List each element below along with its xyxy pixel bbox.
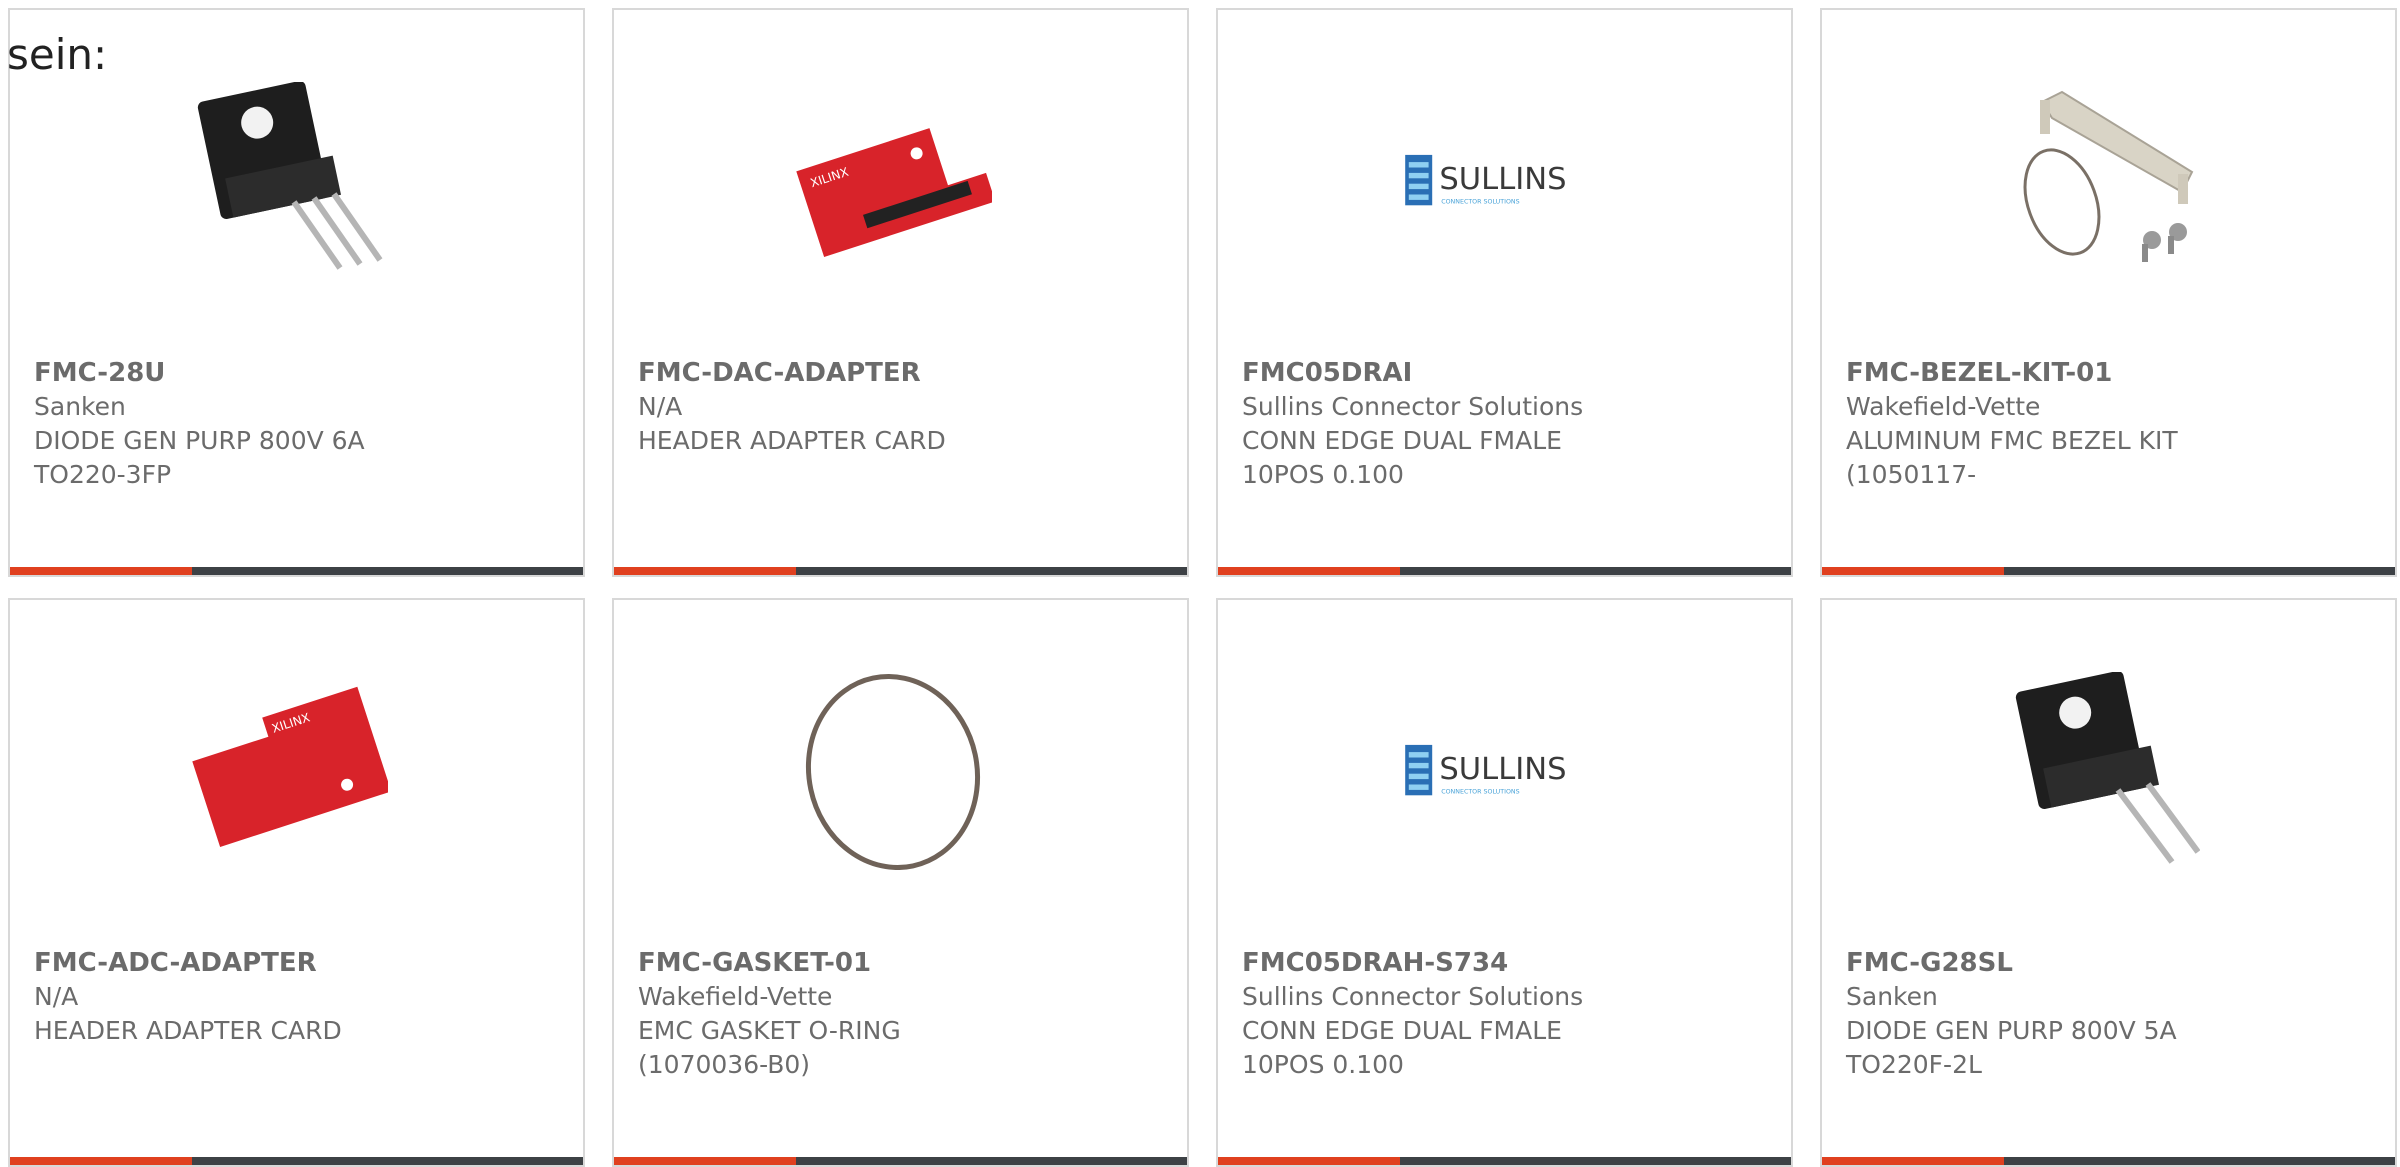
product-description: CONN EDGE DUAL FMALE 10POS 0.100 (1242, 1016, 1562, 1079)
product-info: FMC-28U Sanken DIODE GEN PURP 800V 6A TO… (34, 356, 554, 492)
intro-text: sein: (7, 30, 108, 79)
sullins-tagline-text: CONNECTOR SOLUTIONS (1441, 789, 1519, 796)
product-description: HEADER ADAPTER CARD (638, 426, 946, 455)
product-image[interactable] (794, 672, 992, 870)
product-card[interactable]: FMC-G28SL Sanken DIODE GEN PURP 800V 5A … (1820, 598, 2397, 1167)
product-info: FMC-G28SL Sanken DIODE GEN PURP 800V 5A … (1846, 946, 2366, 1082)
manufacturer: Sullins Connector Solutions (1242, 982, 1584, 1011)
part-number[interactable]: FMC-GASKET-01 (638, 946, 1158, 980)
product-image[interactable] (190, 82, 388, 280)
product-card[interactable]: SULLINS CONNECTOR SOLUTIONS FMC05DRAI Su… (1216, 8, 1793, 577)
manufacturer: N/A (34, 982, 79, 1011)
product-info: FMC-DAC-ADAPTER N/A HEADER ADAPTER CARD (638, 356, 1158, 458)
product-card[interactable]: XILINX FMC-ADC-ADAPTER N/A HEADER ADAPTE… (8, 598, 585, 1167)
product-description: HEADER ADAPTER CARD (34, 1016, 342, 1045)
sullins-logo-icon: SULLINS CONNECTOR SOLUTIONS (1405, 154, 1567, 206)
bezel-kit-icon (2023, 90, 2194, 262)
manufacturer: Sullins Connector Solutions (1242, 392, 1584, 421)
part-number[interactable]: FMC-DAC-ADAPTER (638, 356, 1158, 390)
card-footer-bar (10, 567, 583, 575)
part-number[interactable]: FMC-BEZEL-KIT-01 (1846, 356, 2366, 390)
product-card[interactable]: FMC-BEZEL-KIT-01 Wakefield-Vette ALUMINU… (1820, 8, 2397, 577)
manufacturer: Wakefield-Vette (1846, 392, 2041, 421)
product-info: FMC-GASKET-01 Wakefield-Vette EMC GASKET… (638, 946, 1158, 1082)
part-number[interactable]: FMC05DRAI (1242, 356, 1762, 390)
part-number[interactable]: FMC-G28SL (1846, 946, 2366, 980)
manufacturer: Sanken (34, 392, 126, 421)
part-number[interactable]: FMC-28U (34, 356, 554, 390)
sullins-logo-text: SULLINS (1439, 162, 1566, 197)
product-card[interactable]: XILINX FMC-DAC-ADAPTER N/A HEADER ADAPTE… (612, 8, 1189, 577)
product-info: FMC05DRAI Sullins Connector Solutions CO… (1242, 356, 1762, 492)
product-image[interactable]: XILINX (190, 672, 388, 870)
card-footer-bar (10, 1157, 583, 1165)
product-image[interactable]: XILINX (794, 82, 992, 280)
manufacturer: N/A (638, 392, 683, 421)
transistor-3-lead-icon (197, 82, 383, 270)
sullins-tagline-text: CONNECTOR SOLUTIONS (1441, 199, 1519, 206)
product-card[interactable]: FMC-28U Sanken DIODE GEN PURP 800V 6A TO… (8, 8, 585, 577)
product-image[interactable]: SULLINS CONNECTOR SOLUTIONS (1398, 82, 1596, 280)
card-footer-bar (1218, 567, 1791, 575)
product-info: FMC-ADC-ADAPTER N/A HEADER ADAPTER CARD (34, 946, 554, 1048)
product-description: EMC GASKET O-RING (1070036-B0) (638, 1016, 901, 1079)
product-description: DIODE GEN PURP 800V 6A TO220-3FP (34, 426, 365, 489)
product-info: FMC05DRAH-S734 Sullins Connector Solutio… (1242, 946, 1762, 1082)
product-description: ALUMINUM FMC BEZEL KIT (1050117- (1846, 426, 2178, 489)
product-image[interactable]: SULLINS CONNECTOR SOLUTIONS (1398, 672, 1596, 870)
manufacturer: Sanken (1846, 982, 1938, 1011)
card-footer-bar (1822, 567, 2395, 575)
red-adapter-board-icon: XILINX (796, 128, 992, 258)
red-adapter-board-icon: XILINX (192, 686, 388, 848)
card-footer-bar (614, 567, 1187, 575)
product-image[interactable] (2002, 672, 2200, 870)
transistor-2-lead-icon (2015, 672, 2200, 864)
sullins-logo-text: SULLINS (1439, 752, 1566, 787)
product-card[interactable]: FMC-GASKET-01 Wakefield-Vette EMC GASKET… (612, 598, 1189, 1167)
product-info: FMC-BEZEL-KIT-01 Wakefield-Vette ALUMINU… (1846, 356, 2366, 492)
product-description: DIODE GEN PURP 800V 5A TO220F-2L (1846, 1016, 2177, 1079)
o-ring-icon (805, 673, 981, 870)
part-number[interactable]: FMC-ADC-ADAPTER (34, 946, 554, 980)
manufacturer: Wakefield-Vette (638, 982, 833, 1011)
card-footer-bar (614, 1157, 1187, 1165)
product-description: CONN EDGE DUAL FMALE 10POS 0.100 (1242, 426, 1562, 489)
product-image[interactable] (2002, 82, 2200, 280)
product-card[interactable]: SULLINS CONNECTOR SOLUTIONS FMC05DRAH-S7… (1216, 598, 1793, 1167)
card-footer-bar (1822, 1157, 2395, 1165)
sullins-logo-icon: SULLINS CONNECTOR SOLUTIONS (1405, 744, 1567, 796)
card-footer-bar (1218, 1157, 1791, 1165)
part-number[interactable]: FMC05DRAH-S734 (1242, 946, 1762, 980)
